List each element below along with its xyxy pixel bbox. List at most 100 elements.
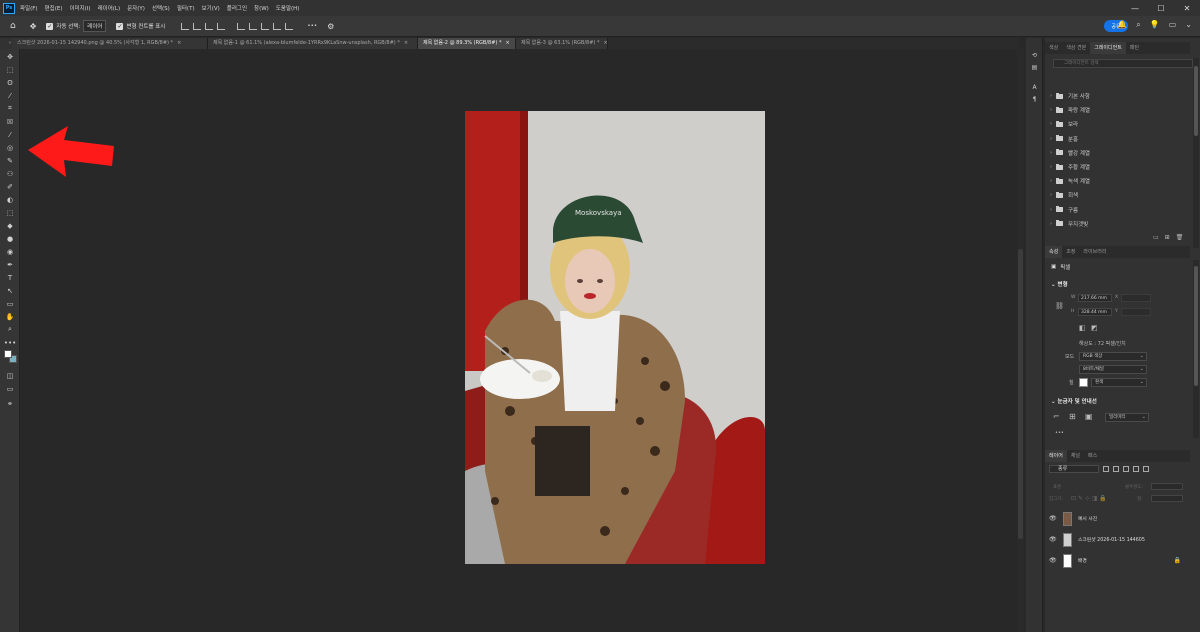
gradient-folder[interactable]: › 녹색 계열 [1050, 174, 1170, 188]
menu-edit[interactable]: 편집(E) [45, 4, 63, 12]
bell-icon[interactable]: 🔔 [1117, 20, 1127, 30]
transform-controls-checkbox[interactable]: ✓ [116, 22, 124, 30]
align-center-icon[interactable] [193, 22, 202, 30]
color-swatches[interactable] [4, 350, 18, 364]
comments-icon[interactable]: ▤ [1030, 64, 1039, 72]
width-field[interactable]: 217.66 mm [1078, 294, 1112, 302]
close-icon[interactable]: × [177, 40, 181, 46]
character-icon[interactable]: A [1030, 84, 1039, 92]
lock-options-icon[interactable]: ⊡ ✎ ⊹ ◨ 🔒 [1071, 495, 1107, 502]
history-icon[interactable]: ⟲ [1030, 52, 1039, 60]
history-brush-tool-icon[interactable]: ✐ [5, 182, 15, 191]
brush-tool-icon[interactable]: ✎ [5, 156, 15, 165]
menu-window[interactable]: 창(W) [254, 4, 269, 12]
spot-healing-tool-icon[interactable]: ◎ [5, 143, 15, 152]
fill-color-swatch[interactable] [1079, 378, 1088, 387]
tab-gradients[interactable]: 그레이디언트 [1090, 42, 1126, 54]
menu-filter[interactable]: 필터(T) [177, 4, 195, 12]
filter-shape-icon[interactable] [1133, 466, 1139, 472]
eyedropper-tool-icon[interactable]: ⁄ [5, 130, 15, 139]
tab-layers[interactable]: 레이어 [1045, 450, 1067, 462]
menu-plugins[interactable]: 플러그인 [227, 4, 247, 12]
gradient-folder[interactable]: › 파랑 계열 [1050, 103, 1170, 117]
tab-properties[interactable]: 속성 [1045, 246, 1063, 258]
burn-tool-icon[interactable]: ◉ [5, 247, 15, 256]
layer-row[interactable]: 👁 예시 사진 [1045, 508, 1193, 529]
lightbulb-icon[interactable]: 💡 [1150, 20, 1160, 30]
gradient-search-input[interactable]: 그레이디언트 검색 [1053, 59, 1193, 68]
distribute-3-icon[interactable] [261, 22, 270, 30]
tab-doc-1[interactable]: 스크린샷 2026-01-15 142940.png @ 40.5% (사각형 … [12, 38, 208, 49]
align-right-icon[interactable] [205, 22, 214, 30]
edit-toolbar-icon[interactable]: ••• [4, 338, 16, 347]
eraser-tool-icon[interactable]: ◐ [5, 195, 15, 204]
filter-adjustment-icon[interactable] [1113, 466, 1119, 472]
clone-stamp-tool-icon[interactable]: ⚇ [5, 169, 15, 178]
visibility-eye-icon[interactable]: 👁 [1049, 536, 1059, 543]
y-field[interactable] [1121, 308, 1151, 316]
crop-tool-icon[interactable]: ⌗ [5, 104, 15, 113]
filter-pixel-icon[interactable] [1103, 466, 1109, 472]
tab-doc-4[interactable]: 제목 없음-3 @ 63.1% (RGB/8#) * × [516, 38, 608, 49]
generative-icon[interactable]: ⚭ [5, 399, 15, 408]
path-selection-tool-icon[interactable]: ↖ [5, 286, 15, 295]
gradient-folder[interactable]: › 주황 계열 [1050, 160, 1170, 174]
foreground-color-swatch[interactable] [4, 350, 12, 358]
close-button[interactable]: ✕ [1174, 0, 1200, 16]
ruler-icon[interactable]: ⌐ [1053, 412, 1060, 421]
tab-doc-2[interactable]: 제목 없음-1 @ 61.1% (alexa-blumfelde-1YRRx9K… [208, 38, 418, 49]
tab-paths[interactable]: 패스 [1084, 450, 1101, 462]
visibility-eye-icon[interactable]: 👁 [1049, 557, 1059, 564]
new-group-icon[interactable]: ▭ [1153, 234, 1159, 241]
layer-kind-dropdown[interactable]: 종류 [1049, 465, 1099, 473]
layer-row[interactable]: 👁 스크린샷 2026-01-15 144605 [1045, 529, 1193, 550]
distribute-icon[interactable] [237, 22, 246, 30]
marquee-tool-icon[interactable]: ⬚ [5, 65, 15, 74]
fill-dropdown[interactable]: 흰색 [1091, 378, 1147, 387]
tab-doc-3[interactable]: 제목 없음-2 @ 89.3% (RGB/8#) * × [418, 38, 516, 49]
rulers-guides-header[interactable]: ⌄ 눈금자 및 안내선 [1051, 397, 1097, 405]
auto-select-dropdown[interactable]: 레이어 [83, 20, 107, 32]
gradient-folder[interactable]: › 분홍 [1050, 132, 1170, 146]
move-tool-icon[interactable]: ✥ [30, 22, 37, 31]
menu-select[interactable]: 선택(S) [152, 4, 170, 12]
gradient-tool-icon[interactable]: ⬚ [5, 208, 15, 217]
lasso-tool-icon[interactable]: ʘ [5, 78, 15, 87]
bit-depth-dropdown[interactable]: 8비트/채널 [1079, 365, 1147, 374]
filter-type-icon[interactable] [1123, 466, 1129, 472]
units-dropdown[interactable]: 밀리미터 [1105, 413, 1149, 422]
opacity-field[interactable] [1151, 483, 1183, 490]
transform-section-header[interactable]: ⌄ 변형 [1051, 280, 1068, 288]
tab-swatches[interactable]: 색상 견본 [1062, 42, 1090, 54]
auto-select-checkbox[interactable]: ✓ [46, 22, 54, 30]
align-left-icon[interactable] [181, 22, 190, 30]
pen-tool-icon[interactable]: ✒ [5, 260, 15, 269]
frame-tool-icon[interactable]: ☒ [5, 117, 15, 126]
close-icon[interactable]: × [603, 40, 607, 46]
maximize-button[interactable]: ☐ [1148, 0, 1174, 16]
gradient-folder[interactable]: › 구름 [1050, 203, 1170, 217]
move-tool-icon[interactable]: ✥ [5, 52, 15, 61]
gradient-folder[interactable]: › 보라 [1050, 117, 1170, 131]
blend-mode-dropdown[interactable]: 표준 [1053, 484, 1061, 490]
home-icon[interactable]: ⌂ [10, 21, 16, 31]
type-tool-icon[interactable]: T [5, 273, 15, 282]
visibility-eye-icon[interactable]: 👁 [1049, 515, 1059, 522]
rectangle-tool-icon[interactable]: ▭ [5, 299, 15, 308]
filter-smart-icon[interactable] [1143, 466, 1149, 472]
color-mode-dropdown[interactable]: RGB 색상 [1079, 352, 1147, 361]
minimize-button[interactable]: — [1122, 0, 1148, 16]
distribute-2-icon[interactable] [249, 22, 258, 30]
tab-patterns[interactable]: 패턴 [1126, 42, 1143, 54]
layer-row[interactable]: 👁 배경 🔒 [1045, 550, 1193, 571]
tab-channels[interactable]: 채널 [1067, 450, 1084, 462]
canvas-scrollbar-thumb[interactable] [1018, 249, 1023, 539]
menu-type[interactable]: 문자(Y) [127, 4, 145, 12]
delete-icon[interactable]: 🗑 [1176, 234, 1184, 241]
menu-layer[interactable]: 레이어(L) [98, 4, 121, 12]
tab-libraries[interactable]: 라이브러리 [1079, 246, 1110, 258]
align-top-icon[interactable] [217, 22, 226, 30]
magic-wand-tool-icon[interactable]: ⁄ [5, 91, 15, 100]
distribute-4-icon[interactable] [273, 22, 282, 30]
menu-help[interactable]: 도움말(H) [276, 4, 300, 12]
